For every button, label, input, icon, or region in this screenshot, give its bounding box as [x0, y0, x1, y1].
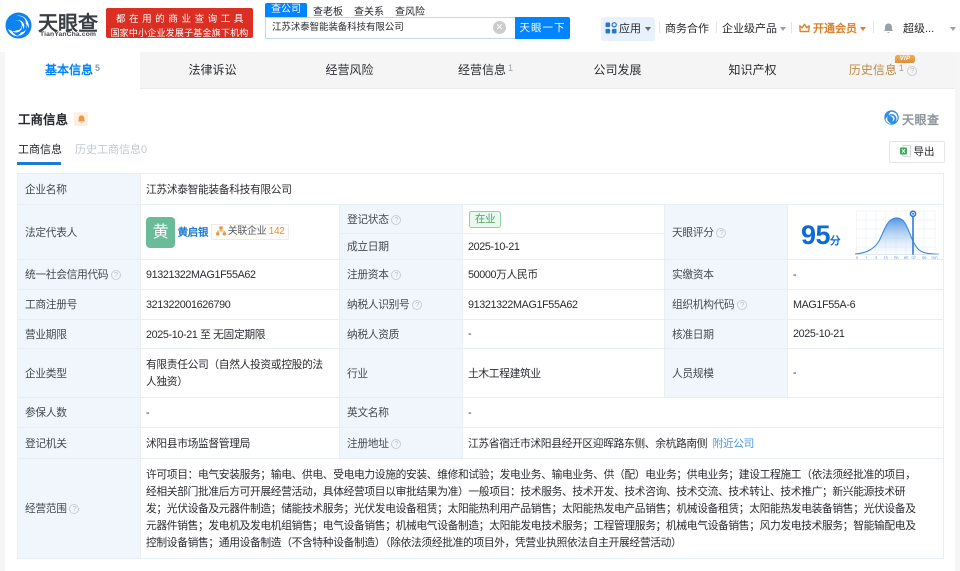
svg-text:15: 15 [883, 256, 888, 260]
svg-text:85: 85 [904, 256, 909, 260]
svg-text:97: 97 [911, 256, 916, 260]
svg-text:3: 3 [875, 256, 878, 260]
svg-text:1: 1 [865, 256, 868, 260]
svg-text:100: 100 [931, 256, 938, 260]
svg-text:50: 50 [894, 256, 899, 260]
svg-text:0: 0 [856, 256, 859, 260]
svg-text:99: 99 [922, 256, 927, 260]
